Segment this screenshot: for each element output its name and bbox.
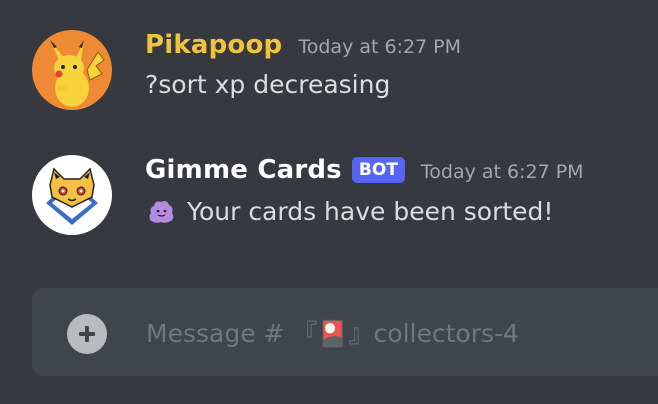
user-avatar[interactable] <box>32 30 112 110</box>
bot-badge: BOT <box>351 157 405 183</box>
attach-button[interactable] <box>67 314 107 354</box>
plus-circle-icon <box>79 326 95 342</box>
message-text: Your cards have been sorted! <box>187 196 554 226</box>
username[interactable]: Pikapoop <box>145 30 282 60</box>
message-input[interactable] <box>144 310 658 356</box>
message-composer <box>32 288 658 376</box>
message-text: ?sort xp decreasing <box>145 70 391 99</box>
message-content: ?sort xp decreasing <box>145 70 390 99</box>
pikachu-avatar-icon <box>32 30 112 110</box>
gimme-cards-avatar-icon <box>32 155 112 235</box>
chat-messages: Pikapoop Today at 6:27 PM ?sort xp decre… <box>0 0 658 404</box>
bot-avatar[interactable] <box>32 155 112 235</box>
timestamp: Today at 6:27 PM <box>298 36 462 58</box>
username[interactable]: Gimme Cards <box>145 155 342 185</box>
message-header: Gimme Cards BOT Today at 6:27 PM <box>145 155 584 185</box>
ditto-emoji-icon <box>145 195 177 227</box>
timestamp: Today at 6:27 PM <box>420 161 584 183</box>
message-content: Your cards have been sorted! <box>145 195 553 227</box>
message-header: Pikapoop Today at 6:27 PM <box>145 30 461 60</box>
